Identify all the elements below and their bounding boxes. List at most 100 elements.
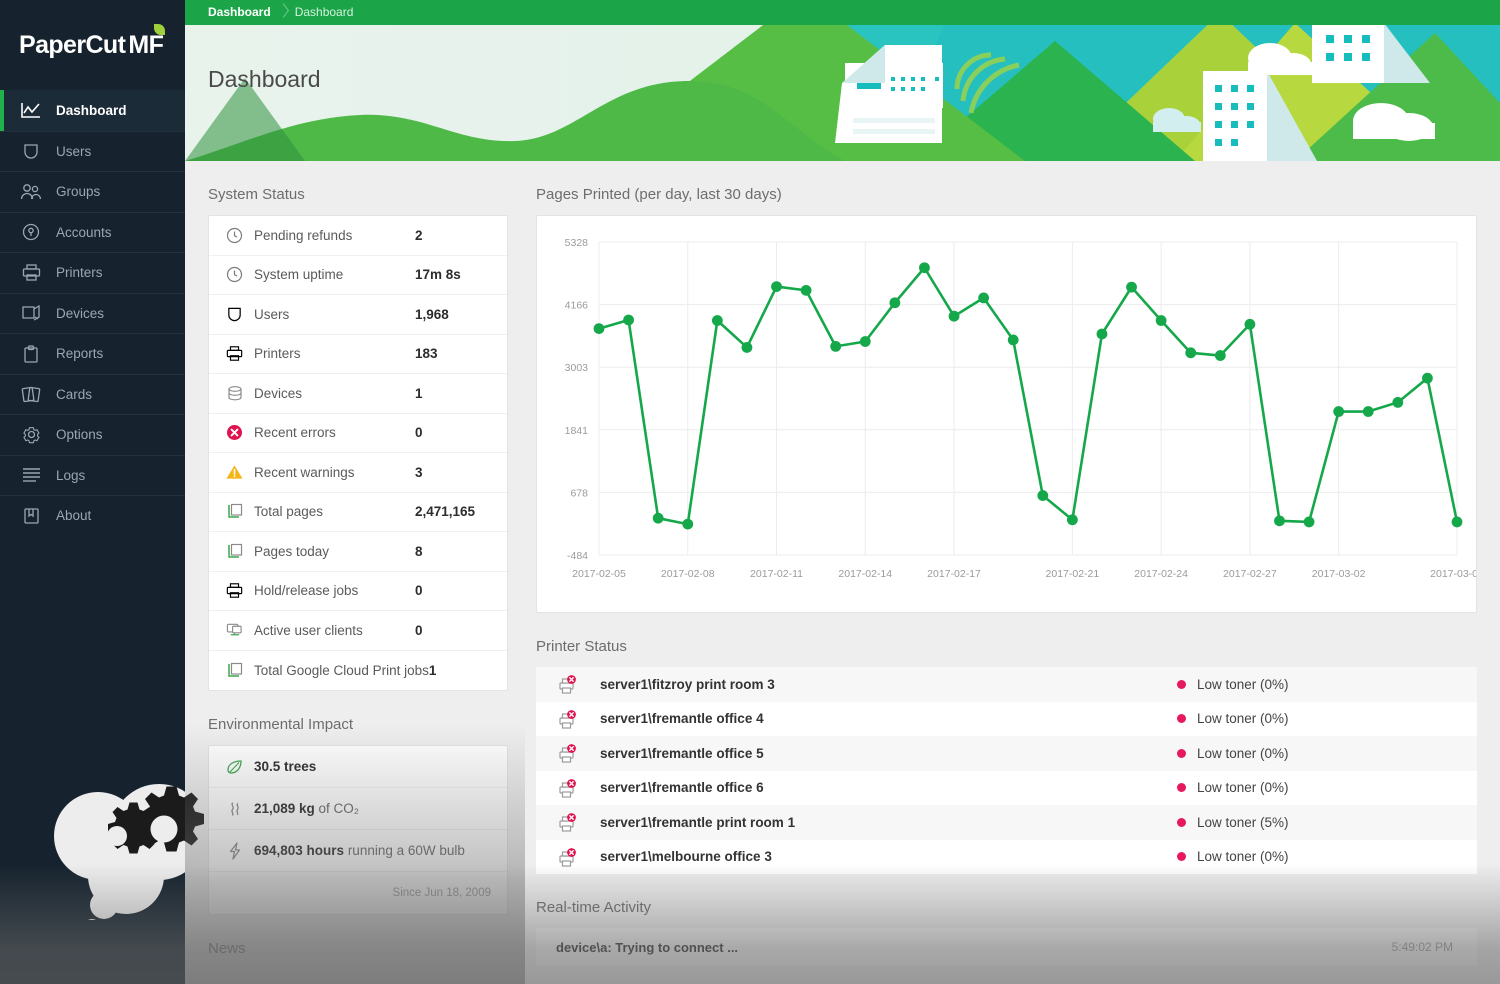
error-icon <box>226 424 243 441</box>
gear-icon <box>19 425 43 445</box>
svg-text:3003: 3003 <box>565 362 589 374</box>
sidebar-item-label: Cards <box>56 388 92 402</box>
sidebar-item-about[interactable]: About <box>0 495 185 536</box>
status-badge: Low toner (0%) <box>1177 849 1477 864</box>
chart-line-icon <box>19 100 43 120</box>
right-column: Pages Printed (per day, last 30 days) 53… <box>536 161 1477 966</box>
system-status-label: Recent warnings <box>254 465 415 480</box>
printer-status-text: Low toner (0%) <box>1197 677 1289 692</box>
system-status-value: 3 <box>415 465 491 480</box>
database-icon <box>226 385 243 402</box>
system-status-label: System uptime <box>254 267 415 282</box>
client-icon <box>226 622 243 639</box>
printer-status-row[interactable]: server1\fremantle office 4Low toner (0%) <box>536 702 1477 737</box>
system-status-row[interactable]: Total pages2,471,165 <box>209 493 507 533</box>
printer-error-icon <box>556 778 578 798</box>
sidebar-item-accounts[interactable]: Accounts <box>0 212 185 253</box>
environmental-impact-row: 694,803 hours running a 60W bulb <box>209 830 507 872</box>
shield-icon <box>19 141 43 161</box>
sidebar-item-devices[interactable]: Devices <box>0 293 185 334</box>
printer-name: server1\fremantle print room 1 <box>600 815 1177 830</box>
pages-printed-line-chart[interactable]: 5328416630031841678-4842017-02-052017-02… <box>537 216 1476 612</box>
system-status-row[interactable]: Recent errors0 <box>209 414 507 454</box>
sidebar-item-label: Users <box>56 145 91 159</box>
printer-status-row[interactable]: server1\fremantle print room 1Low toner … <box>536 805 1477 840</box>
system-status-value: 17m 8s <box>415 267 491 282</box>
system-status-value: 8 <box>415 544 491 559</box>
environmental-impact-card: 30.5 trees21,089 kg of CO₂694,803 hours … <box>208 745 508 915</box>
system-status-row[interactable]: Pages today8 <box>209 532 507 572</box>
system-status-label: Recent errors <box>254 425 415 440</box>
left-column: System Status Pending refunds2System upt… <box>208 161 508 969</box>
system-status-row[interactable]: Recent warnings3 <box>209 453 507 493</box>
people-icon <box>19 182 43 202</box>
sidebar-item-printers[interactable]: Printers <box>0 252 185 293</box>
news-title: News <box>208 940 508 957</box>
system-status-value: 0 <box>415 425 491 440</box>
system-status-row[interactable]: Users1,968 <box>209 295 507 335</box>
system-status-label: Devices <box>254 386 415 401</box>
system-status-card: Pending refunds2System uptime17m 8sUsers… <box>208 215 508 691</box>
banner-illustration: Dashboard <box>185 23 1500 161</box>
chart-title: Pages Printed (per day, last 30 days) <box>536 186 1477 203</box>
sidebar-item-label: Accounts <box>56 226 112 240</box>
environmental-since-row: Since Jun 18, 2009 <box>209 872 507 914</box>
clock-icon <box>226 266 243 283</box>
svg-text:2017-02-11: 2017-02-11 <box>750 568 803 580</box>
system-status-row[interactable]: Devices1 <box>209 374 507 414</box>
breadcrumb-primary[interactable]: Dashboard <box>208 5 271 19</box>
breadcrumb-secondary[interactable]: Dashboard <box>295 5 354 19</box>
system-status-row[interactable]: Active user clients0 <box>209 611 507 651</box>
printer-error-icon <box>556 847 578 867</box>
system-status-row[interactable]: Printers183 <box>209 335 507 375</box>
sidebar-item-logs[interactable]: Logs <box>0 455 185 496</box>
sidebar-item-options[interactable]: Options <box>0 414 185 455</box>
printer-name: server1\fitzroy print room 3 <box>600 677 1177 692</box>
system-status-value: 2,471,165 <box>415 504 491 519</box>
bolt-icon <box>226 842 244 860</box>
sidebar-item-groups[interactable]: Groups <box>0 171 185 212</box>
sidebar-item-users[interactable]: Users <box>0 131 185 172</box>
sidebar-item-dashboard[interactable]: Dashboard <box>0 90 185 131</box>
env-unit: of CO₂ <box>315 801 359 816</box>
status-badge: Low toner (0%) <box>1177 711 1477 726</box>
warning-icon <box>226 464 243 481</box>
status-dot-icon <box>1177 680 1186 689</box>
shield-icon <box>226 306 243 323</box>
leaf-icon <box>226 758 244 776</box>
svg-text:2017-02-21: 2017-02-21 <box>1046 568 1100 580</box>
lines-icon <box>19 465 43 485</box>
cards-icon <box>19 384 43 404</box>
printer-icon <box>226 345 243 362</box>
logo-mf: MF <box>128 31 163 59</box>
system-status-value: 1 <box>429 663 491 678</box>
system-status-value: 1,968 <box>415 307 491 322</box>
system-status-row[interactable]: Pending refunds2 <box>209 216 507 256</box>
printer-status-row[interactable]: server1\fremantle office 5Low toner (0%) <box>536 736 1477 771</box>
svg-text:2017-03-06: 2017-03-06 <box>1430 568 1476 580</box>
svg-text:2017-03-02: 2017-03-02 <box>1312 568 1366 580</box>
status-dot-icon <box>1177 749 1186 758</box>
system-status-value: 0 <box>415 623 491 638</box>
app-logo[interactable]: PaperCutMF <box>0 0 185 90</box>
printer-status-row[interactable]: server1\fitzroy print room 3 Low toner (0… <box>536 667 1477 702</box>
printer-status-text: Low toner (0%) <box>1197 780 1289 795</box>
sidebar-item-label: Printers <box>56 266 103 280</box>
clock-icon <box>226 227 243 244</box>
status-dot-icon <box>1177 852 1186 861</box>
printer-name: server1\melbourne office 3 <box>600 849 1177 864</box>
activity-title: Real-time Activity <box>536 899 1477 916</box>
system-status-row[interactable]: System uptime17m 8s <box>209 256 507 296</box>
svg-text:2017-02-08: 2017-02-08 <box>661 568 715 580</box>
environmental-impact-row: 30.5 trees <box>209 746 507 788</box>
sidebar-item-reports[interactable]: Reports <box>0 333 185 374</box>
system-status-row[interactable]: Total Google Cloud Print jobs1 <box>209 651 507 691</box>
system-status-row[interactable]: Hold/release jobs0 <box>209 572 507 612</box>
breadcrumb: Dashboard Dashboard <box>185 0 1500 23</box>
printer-status-row[interactable]: server1\melbourne office 3Low toner (0%) <box>536 840 1477 875</box>
system-status-label: Active user clients <box>254 623 415 638</box>
svg-text:5328: 5328 <box>565 237 589 249</box>
system-status-title: System Status <box>208 186 508 203</box>
printer-status-row[interactable]: server1\fremantle office 6Low toner (0%) <box>536 771 1477 806</box>
sidebar-item-cards[interactable]: Cards <box>0 374 185 415</box>
